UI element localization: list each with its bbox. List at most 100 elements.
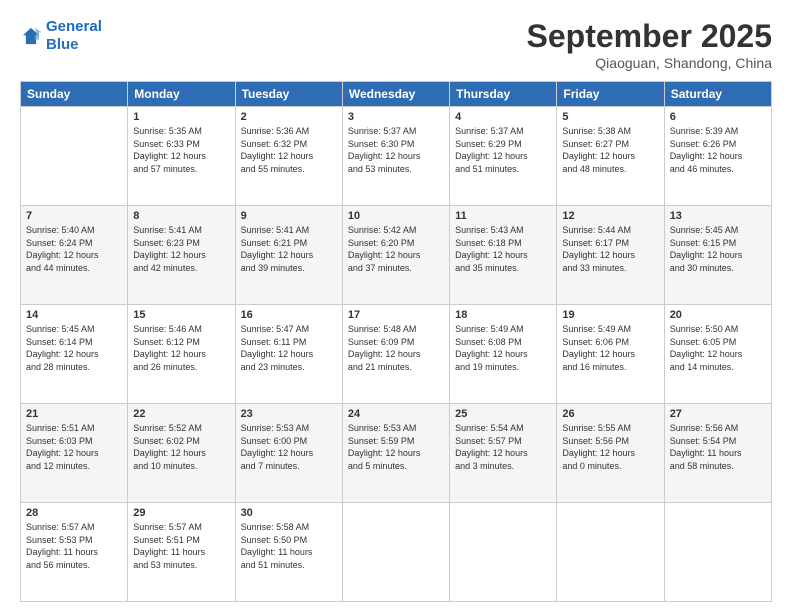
col-header-sunday: Sunday bbox=[21, 82, 128, 107]
day-info: Sunrise: 5:47 AM Sunset: 6:11 PM Dayligh… bbox=[241, 323, 337, 373]
col-header-monday: Monday bbox=[128, 82, 235, 107]
header: General Blue September 2025 Qiaoguan, Sh… bbox=[20, 18, 772, 71]
day-info: Sunrise: 5:57 AM Sunset: 5:51 PM Dayligh… bbox=[133, 521, 229, 571]
day-number: 12 bbox=[562, 210, 658, 222]
calendar-week-row: 28Sunrise: 5:57 AM Sunset: 5:53 PM Dayli… bbox=[21, 503, 772, 602]
logo-text: General Blue bbox=[46, 18, 102, 54]
calendar-cell: 19Sunrise: 5:49 AM Sunset: 6:06 PM Dayli… bbox=[557, 305, 664, 404]
day-info: Sunrise: 5:35 AM Sunset: 6:33 PM Dayligh… bbox=[133, 125, 229, 175]
day-number: 24 bbox=[348, 408, 444, 420]
logo: General Blue bbox=[20, 18, 102, 54]
calendar-cell bbox=[450, 503, 557, 602]
day-info: Sunrise: 5:55 AM Sunset: 5:56 PM Dayligh… bbox=[562, 422, 658, 472]
day-number: 17 bbox=[348, 309, 444, 321]
logo-icon bbox=[20, 25, 42, 47]
day-number: 20 bbox=[670, 309, 766, 321]
day-info: Sunrise: 5:45 AM Sunset: 6:15 PM Dayligh… bbox=[670, 224, 766, 274]
day-number: 25 bbox=[455, 408, 551, 420]
calendar-cell: 6 Sunrise: 5:39 AM Sunset: 6:26 PM Daylig… bbox=[664, 107, 771, 206]
day-number: 11 bbox=[455, 210, 551, 222]
day-number: 6 bbox=[670, 111, 766, 123]
calendar-cell: 5 Sunrise: 5:38 AM Sunset: 6:27 PM Daylig… bbox=[557, 107, 664, 206]
day-number: 26 bbox=[562, 408, 658, 420]
day-number: 8 bbox=[133, 210, 229, 222]
calendar-cell bbox=[342, 503, 449, 602]
day-number: 30 bbox=[241, 507, 337, 519]
day-number: 28 bbox=[26, 507, 122, 519]
calendar-cell: 7 Sunrise: 5:40 AM Sunset: 6:24 PM Daylig… bbox=[21, 206, 128, 305]
calendar-cell: 28Sunrise: 5:57 AM Sunset: 5:53 PM Dayli… bbox=[21, 503, 128, 602]
day-number: 3 bbox=[348, 111, 444, 123]
day-info: Sunrise: 5:56 AM Sunset: 5:54 PM Dayligh… bbox=[670, 422, 766, 472]
calendar-header-row: SundayMondayTuesdayWednesdayThursdayFrid… bbox=[21, 82, 772, 107]
col-header-tuesday: Tuesday bbox=[235, 82, 342, 107]
day-info: Sunrise: 5:50 AM Sunset: 6:05 PM Dayligh… bbox=[670, 323, 766, 373]
logo-line1: General bbox=[46, 18, 102, 35]
calendar-cell: 11Sunrise: 5:43 AM Sunset: 6:18 PM Dayli… bbox=[450, 206, 557, 305]
calendar-cell: 21 Sunrise: 5:51 AM Sunset: 6:03 PM Dayli… bbox=[21, 404, 128, 503]
day-info: Sunrise: 5:51 AM Sunset: 6:03 PM Dayligh… bbox=[26, 422, 122, 472]
location-subtitle: Qiaoguan, Shandong, China bbox=[527, 55, 772, 71]
day-number: 5 bbox=[562, 111, 658, 123]
day-info: Sunrise: 5:41 AM Sunset: 6:21 PM Dayligh… bbox=[241, 224, 337, 274]
day-info: Sunrise: 5:49 AM Sunset: 6:08 PM Dayligh… bbox=[455, 323, 551, 373]
day-number: 2 bbox=[241, 111, 337, 123]
day-info: Sunrise: 5:40 AM Sunset: 6:24 PM Dayligh… bbox=[26, 224, 122, 274]
day-number: 27 bbox=[670, 408, 766, 420]
day-number: 21 bbox=[26, 408, 122, 420]
calendar-cell: 17Sunrise: 5:48 AM Sunset: 6:09 PM Dayli… bbox=[342, 305, 449, 404]
day-info: Sunrise: 5:54 AM Sunset: 5:57 PM Dayligh… bbox=[455, 422, 551, 472]
col-header-wednesday: Wednesday bbox=[342, 82, 449, 107]
day-info: Sunrise: 5:44 AM Sunset: 6:17 PM Dayligh… bbox=[562, 224, 658, 274]
calendar-cell: 20 Sunrise: 5:50 AM Sunset: 6:05 PM Dayli… bbox=[664, 305, 771, 404]
day-info: Sunrise: 5:41 AM Sunset: 6:23 PM Dayligh… bbox=[133, 224, 229, 274]
calendar-cell: 22Sunrise: 5:52 AM Sunset: 6:02 PM Dayli… bbox=[128, 404, 235, 503]
day-info: Sunrise: 5:53 AM Sunset: 6:00 PM Dayligh… bbox=[241, 422, 337, 472]
day-number: 29 bbox=[133, 507, 229, 519]
day-number: 1 bbox=[133, 111, 229, 123]
calendar-cell: 25 Sunrise: 5:54 AM Sunset: 5:57 PM Dayli… bbox=[450, 404, 557, 503]
day-info: Sunrise: 5:49 AM Sunset: 6:06 PM Dayligh… bbox=[562, 323, 658, 373]
calendar-cell: 29 Sunrise: 5:57 AM Sunset: 5:51 PM Dayli… bbox=[128, 503, 235, 602]
calendar-cell: 3 Sunrise: 5:37 AM Sunset: 6:30 PM Daylig… bbox=[342, 107, 449, 206]
day-number: 18 bbox=[455, 309, 551, 321]
day-number: 23 bbox=[241, 408, 337, 420]
calendar-week-row: 7 Sunrise: 5:40 AM Sunset: 6:24 PM Daylig… bbox=[21, 206, 772, 305]
day-number: 15 bbox=[133, 309, 229, 321]
title-block: September 2025 Qiaoguan, Shandong, China bbox=[527, 18, 772, 71]
day-info: Sunrise: 5:36 AM Sunset: 6:32 PM Dayligh… bbox=[241, 125, 337, 175]
calendar-cell: 16 Sunrise: 5:47 AM Sunset: 6:11 PM Dayli… bbox=[235, 305, 342, 404]
day-info: Sunrise: 5:45 AM Sunset: 6:14 PM Dayligh… bbox=[26, 323, 122, 373]
day-info: Sunrise: 5:37 AM Sunset: 6:30 PM Dayligh… bbox=[348, 125, 444, 175]
day-info: Sunrise: 5:42 AM Sunset: 6:20 PM Dayligh… bbox=[348, 224, 444, 274]
day-info: Sunrise: 5:53 AM Sunset: 5:59 PM Dayligh… bbox=[348, 422, 444, 472]
calendar-cell: 14 Sunrise: 5:45 AM Sunset: 6:14 PM Dayli… bbox=[21, 305, 128, 404]
calendar-cell: 23 Sunrise: 5:53 AM Sunset: 6:00 PM Dayli… bbox=[235, 404, 342, 503]
day-info: Sunrise: 5:46 AM Sunset: 6:12 PM Dayligh… bbox=[133, 323, 229, 373]
calendar-cell: 8 Sunrise: 5:41 AM Sunset: 6:23 PM Daylig… bbox=[128, 206, 235, 305]
page: General Blue September 2025 Qiaoguan, Sh… bbox=[0, 0, 792, 612]
calendar-cell bbox=[21, 107, 128, 206]
calendar-cell: 26 Sunrise: 5:55 AM Sunset: 5:56 PM Dayli… bbox=[557, 404, 664, 503]
day-number: 13 bbox=[670, 210, 766, 222]
calendar-cell: 24 Sunrise: 5:53 AM Sunset: 5:59 PM Dayli… bbox=[342, 404, 449, 503]
day-info: Sunrise: 5:37 AM Sunset: 6:29 PM Dayligh… bbox=[455, 125, 551, 175]
day-info: Sunrise: 5:39 AM Sunset: 6:26 PM Dayligh… bbox=[670, 125, 766, 175]
calendar-cell: 27 Sunrise: 5:56 AM Sunset: 5:54 PM Dayli… bbox=[664, 404, 771, 503]
logo-line2: Blue bbox=[46, 36, 79, 53]
calendar-week-row: 14 Sunrise: 5:45 AM Sunset: 6:14 PM Dayli… bbox=[21, 305, 772, 404]
calendar-cell: 10Sunrise: 5:42 AM Sunset: 6:20 PM Dayli… bbox=[342, 206, 449, 305]
calendar-table: SundayMondayTuesdayWednesdayThursdayFrid… bbox=[20, 81, 772, 602]
calendar-week-row: 1 Sunrise: 5:35 AM Sunset: 6:33 PM Daylig… bbox=[21, 107, 772, 206]
day-number: 16 bbox=[241, 309, 337, 321]
calendar-cell bbox=[664, 503, 771, 602]
calendar-cell: 1 Sunrise: 5:35 AM Sunset: 6:33 PM Daylig… bbox=[128, 107, 235, 206]
calendar-cell: 18 Sunrise: 5:49 AM Sunset: 6:08 PM Dayli… bbox=[450, 305, 557, 404]
day-info: Sunrise: 5:38 AM Sunset: 6:27 PM Dayligh… bbox=[562, 125, 658, 175]
day-number: 14 bbox=[26, 309, 122, 321]
day-info: Sunrise: 5:52 AM Sunset: 6:02 PM Dayligh… bbox=[133, 422, 229, 472]
calendar-week-row: 21 Sunrise: 5:51 AM Sunset: 6:03 PM Dayli… bbox=[21, 404, 772, 503]
day-number: 7 bbox=[26, 210, 122, 222]
calendar-cell: 12 Sunrise: 5:44 AM Sunset: 6:17 PM Dayli… bbox=[557, 206, 664, 305]
calendar-cell: 4Sunrise: 5:37 AM Sunset: 6:29 PM Daylig… bbox=[450, 107, 557, 206]
